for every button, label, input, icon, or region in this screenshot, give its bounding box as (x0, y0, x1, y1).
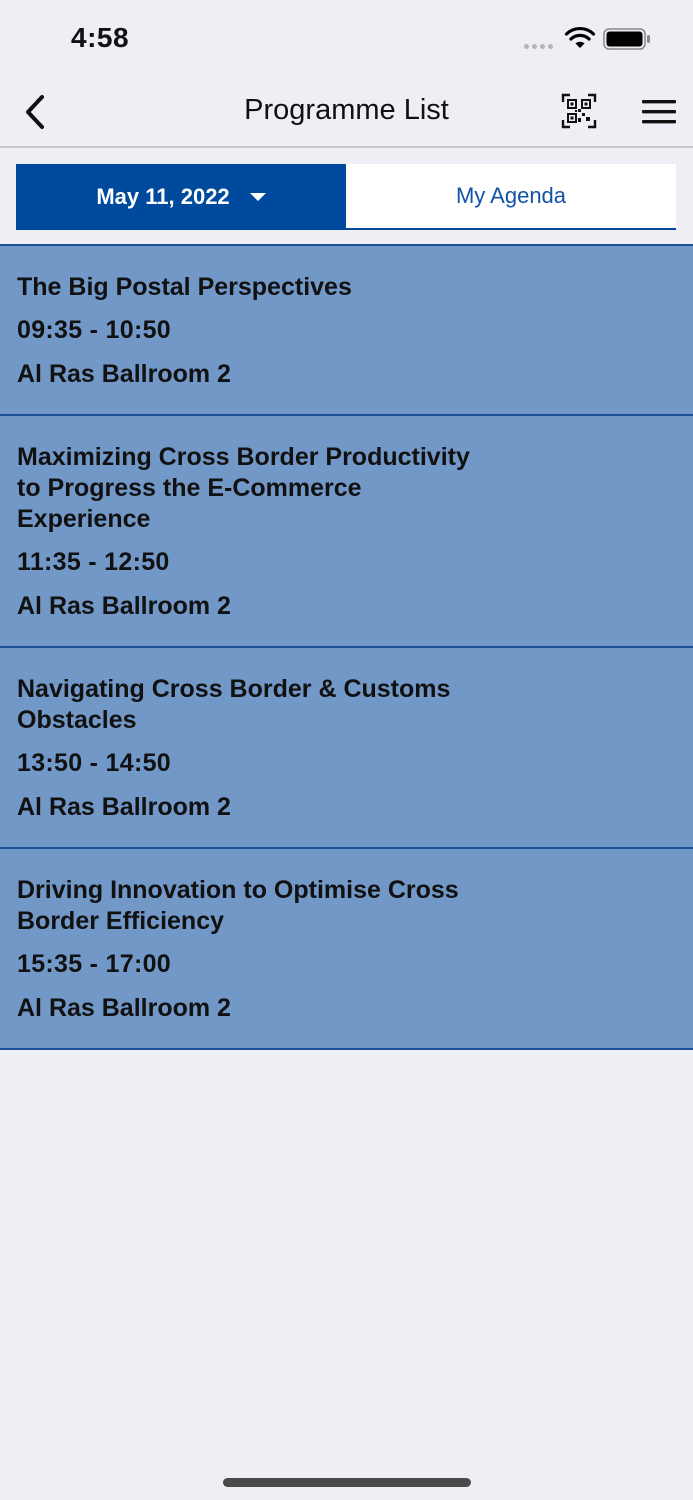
session-time: 15:35 - 17:00 (17, 950, 171, 978)
caret-down-icon (249, 193, 266, 201)
tab-my-agenda[interactable]: My Agenda (346, 164, 676, 230)
status-bar: 4:58 (0, 0, 693, 80)
date-selector-tab[interactable]: May 11, 2022 (16, 164, 346, 230)
session-item[interactable]: Navigating Cross Border & Customs Obstac… (0, 648, 693, 849)
session-time: 09:35 - 10:50 (17, 316, 171, 344)
session-time: 11:35 - 12:50 (17, 548, 170, 576)
navigation-bar: Programme List (0, 80, 693, 148)
session-title: Navigating Cross Border & Customs Obstac… (17, 675, 451, 734)
session-title: The Big Postal Perspectives (17, 273, 352, 301)
wifi-icon (564, 27, 596, 48)
session-item[interactable]: Maximizing Cross Border Productivity to … (0, 416, 693, 648)
session-list: The Big Postal Perspectives 09:35 - 10:5… (0, 244, 693, 1050)
date-label: May 11, 2022 (96, 184, 230, 209)
session-item[interactable]: The Big Postal Perspectives 09:35 - 10:5… (0, 246, 693, 416)
session-title: Maximizing Cross Border Productivity to … (17, 443, 470, 533)
home-indicator[interactable] (223, 1478, 471, 1487)
session-room: Al Ras Ballroom 2 (17, 994, 231, 1022)
status-time: 4:58 (71, 22, 130, 53)
session-item[interactable]: Driving Innovation to Optimise Cross Bor… (0, 849, 693, 1050)
qr-scan-icon[interactable] (561, 93, 597, 129)
session-room: Al Ras Ballroom 2 (17, 793, 231, 821)
battery-icon (603, 28, 650, 50)
cellular-signal-icon (524, 44, 553, 49)
session-room: Al Ras Ballroom 2 (17, 360, 231, 388)
session-room: Al Ras Ballroom 2 (17, 592, 231, 620)
my-agenda-label: My Agenda (455, 183, 567, 208)
session-title: Driving Innovation to Optimise Cross Bor… (17, 876, 459, 935)
session-time: 13:50 - 14:50 (17, 749, 171, 777)
hamburger-menu-icon[interactable] (642, 98, 676, 126)
view-segment-control: May 11, 2022 My Agenda (16, 164, 676, 230)
